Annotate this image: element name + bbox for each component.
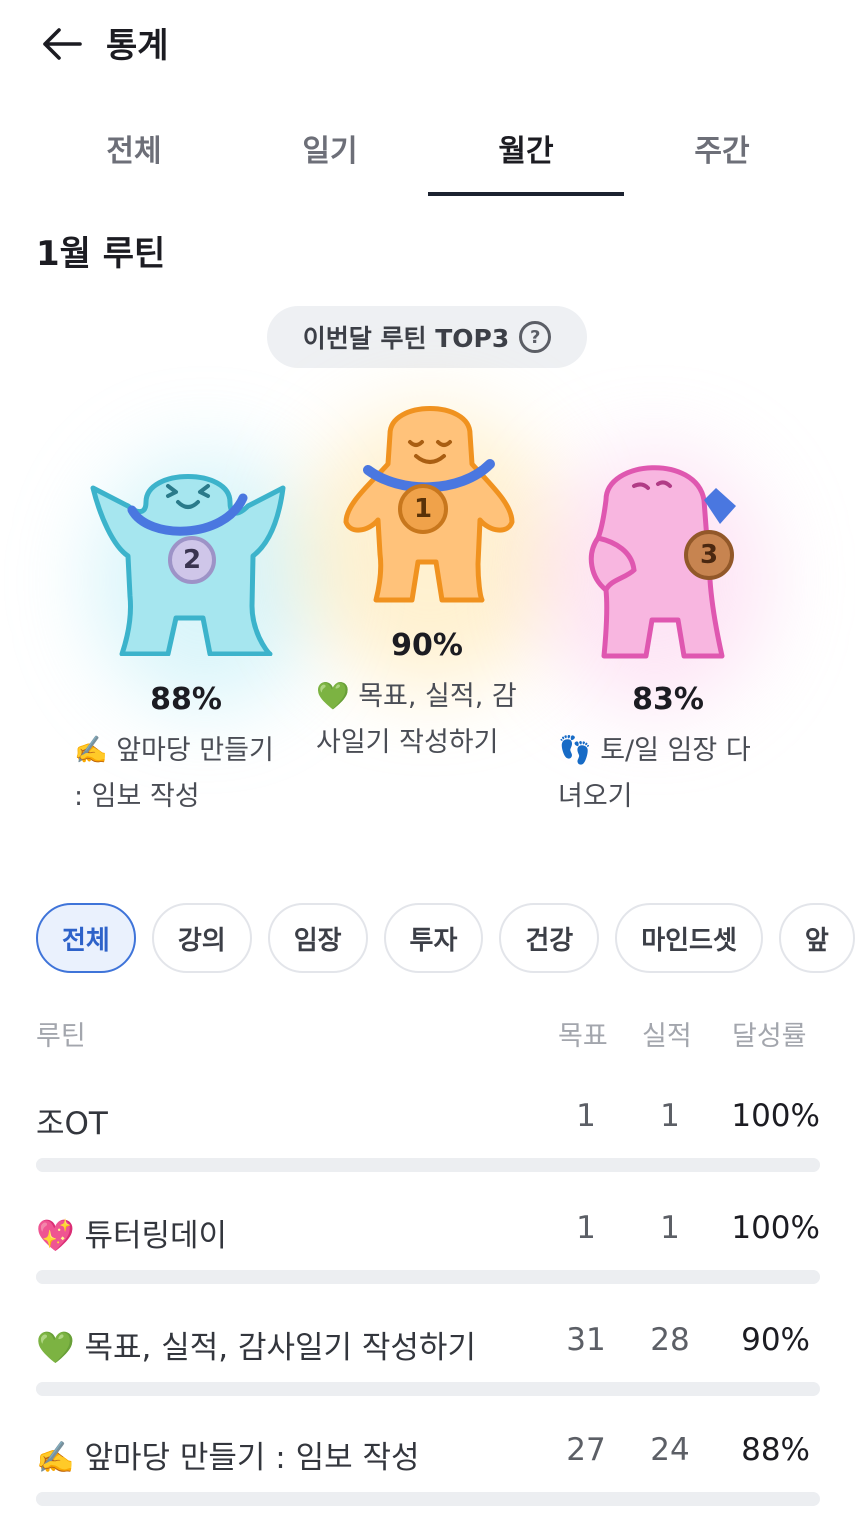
chip-site-visit[interactable]: 임장	[267, 903, 368, 973]
routine-name: 💖 튜터링데이	[36, 1218, 228, 1254]
top3-podium: 2 1 3 90% 💚 목표, 실적, 감 사일기 작성하기 88% ✍️ 앞마…	[0, 390, 855, 830]
first-place-percent: 90%	[391, 628, 463, 663]
header-goal: 목표	[558, 1021, 608, 1052]
top3-pill: 이번달 루틴 TOP3 ?	[267, 306, 587, 368]
chip-investment[interactable]: 투자	[383, 903, 484, 973]
goal-count: 27	[566, 1432, 606, 1468]
routine-name: ✍️ 앞마당 만들기 : 임보 작성	[36, 1440, 420, 1476]
category-chips: 전체 강의 임장 투자 건강 마인드셋 앞	[36, 903, 855, 973]
first-place-medal: 1	[398, 484, 448, 534]
third-place-percent: 83%	[632, 682, 704, 717]
achievement-rate: 90%	[741, 1322, 810, 1358]
goal-count: 1	[576, 1210, 596, 1246]
app-header: 통계	[0, 0, 855, 92]
chip-mindset[interactable]: 마인드셋	[615, 903, 763, 973]
routine-name: 조OT	[36, 1106, 108, 1142]
third-place-medal: 3	[684, 530, 734, 580]
tab-monthly[interactable]: 월간	[428, 100, 624, 196]
achievement-rate: 100%	[731, 1098, 820, 1134]
progress-fill	[36, 1158, 820, 1172]
progress-bar	[36, 1158, 820, 1172]
header-routine: 루틴	[36, 1021, 86, 1052]
progress-fill	[36, 1492, 726, 1506]
tab-diary[interactable]: 일기	[232, 100, 428, 196]
actual-count: 1	[660, 1098, 680, 1134]
tab-weekly[interactable]: 주간	[624, 100, 820, 196]
second-place-medal: 2	[168, 536, 216, 584]
top3-label: 이번달 루틴 TOP3	[302, 324, 510, 353]
help-icon[interactable]: ?	[519, 321, 552, 353]
chip-lecture[interactable]: 강의	[151, 903, 252, 973]
back-button[interactable]	[36, 22, 86, 66]
tab-all[interactable]: 전체	[36, 100, 232, 196]
progress-bar	[36, 1270, 820, 1284]
second-place-percent: 88%	[150, 682, 222, 717]
table-row[interactable]: 조OT 1 1 100%	[36, 1092, 820, 1204]
arrow-left-icon	[43, 28, 82, 60]
progress-fill	[36, 1270, 820, 1284]
third-place-name: 👣 토/일 임장 다 녀오기	[558, 735, 751, 812]
section-title: 1월 루틴	[36, 234, 166, 274]
table-row[interactable]: ✍️ 앞마당 만들기 : 임보 작성 27 24 88%	[36, 1426, 820, 1537]
table-row[interactable]: 💚 목표, 실적, 감사일기 작성하기 31 28 90%	[36, 1316, 820, 1428]
actual-count: 1	[660, 1210, 680, 1246]
routine-table-header: 루틴 목표 실적 달성률	[36, 1006, 820, 1056]
actual-count: 24	[650, 1432, 690, 1468]
routine-name: 💚 목표, 실적, 감사일기 작성하기	[36, 1330, 476, 1366]
progress-bar	[36, 1492, 820, 1506]
page-title: 통계	[106, 26, 169, 66]
chip-health[interactable]: 건강	[499, 903, 600, 973]
actual-count: 28	[650, 1322, 690, 1358]
period-tabs: 전체 일기 월간 주간	[36, 100, 820, 196]
achievement-rate: 88%	[741, 1432, 810, 1468]
chip-all[interactable]: 전체	[36, 903, 136, 973]
goal-count: 31	[566, 1322, 606, 1358]
first-place-name: 💚 목표, 실적, 감 사일기 작성하기	[316, 681, 517, 758]
progress-fill	[36, 1382, 742, 1396]
chip-front-yard[interactable]: 앞	[778, 903, 855, 973]
header-actual: 실적	[642, 1021, 692, 1052]
achievement-rate: 100%	[731, 1210, 820, 1246]
header-rate: 달성률	[732, 1021, 807, 1052]
goal-count: 1	[576, 1098, 596, 1134]
table-row[interactable]: 💖 튜터링데이 1 1 100%	[36, 1204, 820, 1316]
second-place-name: ✍️ 앞마당 만들기 : 임보 작성	[74, 735, 274, 812]
third-place-character	[588, 465, 736, 659]
progress-bar	[36, 1382, 820, 1396]
